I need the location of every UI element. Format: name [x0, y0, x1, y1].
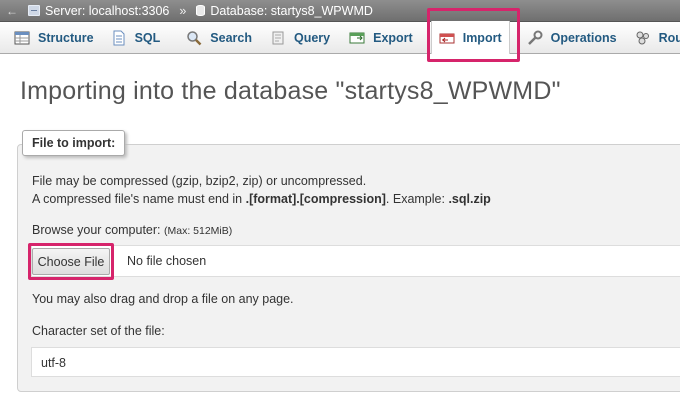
search-icon: [186, 30, 202, 46]
filename-note: A compressed file's name must end in .[f…: [32, 192, 491, 206]
breadcrumb-separator: »: [179, 3, 187, 18]
tab-query-label: Query: [293, 30, 331, 45]
tab-routines[interactable]: Routines: [628, 22, 680, 54]
filename-note-format: .[format].[compression]: [245, 192, 386, 206]
charset-label: Character set of the file:: [32, 324, 165, 338]
tab-export[interactable]: Export: [342, 22, 420, 54]
database-icon: [196, 5, 206, 16]
breadcrumb-server[interactable]: Server: localhost:3306: [45, 4, 169, 18]
file-import-legend: File to import:: [22, 130, 126, 156]
tab-structure-label: Structure: [38, 30, 94, 45]
import-icon: [439, 30, 455, 46]
structure-icon: [14, 30, 30, 46]
tab-operations-label: Operations: [550, 30, 617, 45]
tab-import[interactable]: Import: [426, 8, 520, 62]
tab-sql[interactable]: SQL: [104, 22, 168, 54]
tab-bar: Structure SQL Search Query Export Import: [0, 8, 680, 62]
export-icon: [349, 30, 365, 46]
back-arrow-icon[interactable]: ←: [6, 4, 18, 18]
page-title: Importing into the database "startys8_WP…: [20, 77, 561, 105]
tab-query[interactable]: Query: [263, 22, 337, 54]
tab-operations[interactable]: Operations: [520, 22, 624, 54]
breadcrumb-database[interactable]: Database: startys8_WPWMD: [210, 4, 373, 18]
tab-export-label: Export: [373, 30, 413, 45]
server-icon: [28, 5, 40, 16]
operations-icon: [527, 30, 543, 46]
browse-label: Browse your computer: (Max: 512MiB): [32, 223, 232, 237]
compression-note: File may be compressed (gzip, bzip2, zip…: [32, 174, 367, 188]
choose-file-button[interactable]: Choose File: [32, 248, 110, 275]
drag-drop-note: You may also drag and drop a file on any…: [32, 292, 294, 306]
tab-routines-label: Routines: [658, 30, 680, 45]
charset-select[interactable]: utf-8: [31, 347, 680, 377]
filename-note-prefix: A compressed file's name must end in: [32, 192, 246, 206]
breadcrumb: ← Server: localhost:3306 » Database: sta…: [0, 0, 680, 22]
query-icon: [270, 30, 286, 46]
tab-search[interactable]: Search: [179, 22, 259, 54]
filename-note-middle: . Example:: [385, 192, 449, 206]
no-file-chosen-text: No file chosen: [127, 254, 207, 268]
tab-structure[interactable]: Structure: [7, 22, 101, 54]
routines-icon: [635, 30, 651, 46]
tab-import-label: Import: [462, 30, 502, 45]
sql-icon: [111, 30, 127, 46]
tab-search-label: Search: [210, 30, 252, 45]
browse-label-text: Browse your computer:: [32, 223, 164, 237]
tab-sql-label: SQL: [134, 30, 161, 45]
filename-note-example: .sql.zip: [448, 192, 491, 206]
max-size-note: (Max: 512MiB): [164, 225, 233, 237]
